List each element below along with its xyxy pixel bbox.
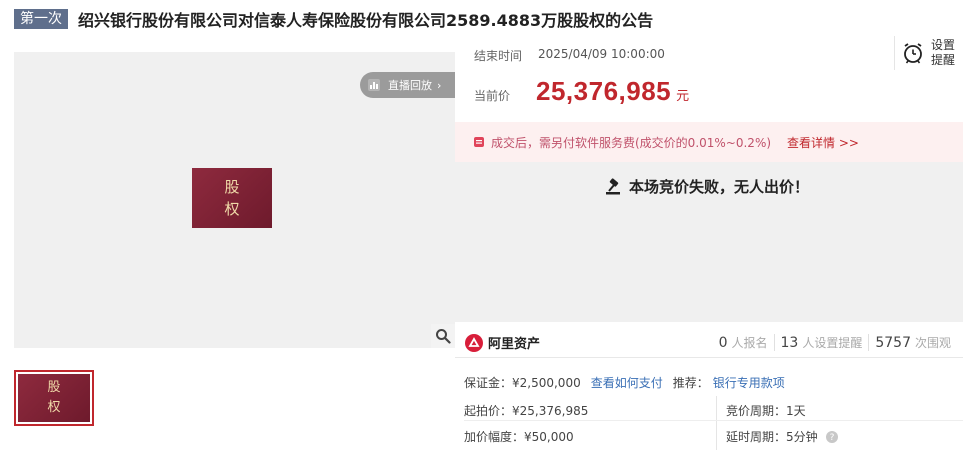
thumbnail-selected[interactable]: 股 权: [14, 370, 94, 426]
equity-card-line2: 权: [224, 200, 240, 218]
fee-details-link[interactable]: 查看详情 >>: [787, 134, 859, 151]
reminder-line1: 设置: [931, 38, 956, 52]
deposit-amount: 保证金：¥2,500,000: [464, 376, 581, 390]
fail-message: 本场竞价失败，无人出价！: [605, 176, 809, 197]
end-time-value: 2025/04/09 10:00:00: [538, 47, 665, 61]
fail-message-text: 本场竞价失败，无人出价！: [629, 178, 810, 196]
thumbnail-line1: 股: [47, 380, 61, 395]
title-row: 第一次 绍兴银行股份有限公司对信泰人寿保险股份有限公司2589.4883万股股权…: [14, 8, 653, 30]
bid-increment: 加价幅度：¥50,000: [464, 430, 574, 444]
chevron-right-icon: ›: [437, 78, 442, 92]
ali-assets-logo-icon: [465, 333, 483, 352]
price-row: 当前价 25,376,985 元: [474, 76, 689, 107]
end-time-row: 结束时间 2025/04/09 10:00:00: [474, 47, 665, 64]
svg-text:?: ?: [830, 433, 835, 443]
notice-icon: [474, 137, 484, 147]
reminder-line2: 提醒: [931, 53, 956, 67]
thumbnail-image: 股 权: [18, 374, 90, 422]
set-reminder-button[interactable]: 设置 提醒: [894, 36, 963, 70]
bank-special-funds-link[interactable]: 银行专用款项: [713, 374, 785, 391]
recommend-label: 推荐：: [672, 376, 709, 390]
stat-views-label: 次围观: [914, 336, 951, 350]
stat-registrations: 0 人报名: [713, 334, 774, 351]
delay-cycle: 延时周期：5分钟: [726, 430, 818, 444]
fee-text: 成交后，需另付软件服务费(成交价的0.01%~0.2%): [491, 135, 772, 150]
alarm-clock-icon: [904, 43, 922, 64]
price-label: 当前价: [474, 89, 511, 103]
terms-divider: [716, 396, 717, 450]
zoom-button[interactable]: [431, 324, 455, 348]
reminder-text: 设置 提醒: [931, 38, 955, 68]
auction-stats: 0 人报名 13 人设置提醒 5757 次围观: [713, 334, 957, 351]
end-time-label: 结束时间: [474, 49, 523, 63]
round-badge: 第一次: [14, 9, 68, 29]
price-unit: 元: [676, 89, 690, 104]
equity-image: 股 权: [192, 168, 272, 228]
help-icon[interactable]: ?: [826, 431, 839, 443]
media-viewer[interactable]: 直播回放 › 股 权: [14, 52, 455, 348]
start-price: 起拍价：¥25,376,985: [464, 404, 589, 418]
bid-cycle: 竞价周期：1天: [726, 404, 806, 418]
replay-button[interactable]: 直播回放 ›: [360, 72, 455, 98]
platform-logo[interactable]: 阿里资产: [465, 333, 540, 352]
bar-chart-icon: [368, 79, 380, 91]
delay-cycle-row: 延时周期：5分钟 ?: [726, 428, 839, 445]
thumbnail-line2: 权: [47, 400, 61, 415]
stat-registrations-label: 人报名: [731, 336, 768, 350]
stat-reminders: 13 人设置提醒: [773, 334, 869, 351]
deposit-row: 保证金：¥2,500,000 查看如何支付 推荐： 银行专用款项: [464, 374, 785, 391]
replay-label: 直播回放: [388, 79, 432, 92]
equity-card-line1: 股: [224, 178, 240, 196]
stat-views: 5757 次围观: [868, 334, 957, 351]
magnifier-icon: [436, 329, 451, 344]
stat-registrations-num: 0: [718, 335, 728, 351]
platform-stats-row: 阿里资产 0 人报名 13 人设置提醒 5757 次围观: [455, 328, 963, 358]
auction-info: 结束时间 2025/04/09 10:00:00 当前价 25,376,985 …: [455, 36, 963, 469]
page-title: 绍兴银行股份有限公司对信泰人寿保险股份有限公司2589.4883万股股权的公告: [78, 11, 654, 30]
stat-reminders-num: 13: [780, 335, 799, 351]
stat-reminders-label: 人设置提醒: [802, 336, 863, 350]
current-price: 25,376,985: [536, 76, 672, 106]
how-to-pay-link[interactable]: 查看如何支付: [591, 374, 663, 391]
fee-notice: 成交后，需另付软件服务费(成交价的0.01%~0.2%) 查看详情 >>: [455, 122, 963, 162]
terms-row-divider: [464, 420, 963, 421]
gavel-icon: [606, 177, 620, 194]
auction-result-box: 本场竞价失败，无人出价！: [455, 162, 963, 322]
platform-name: 阿里资产: [488, 337, 541, 352]
stat-views-num: 5757: [875, 335, 911, 351]
